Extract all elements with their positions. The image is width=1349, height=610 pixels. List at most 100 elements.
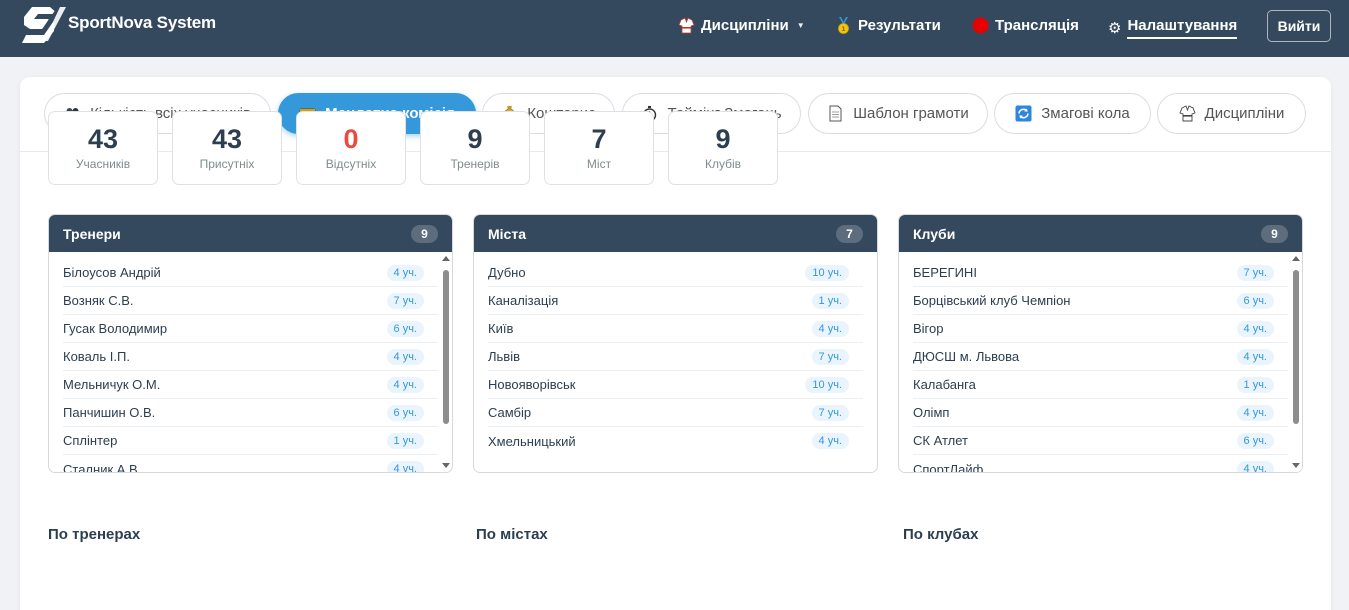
item-count: 7 уч.	[386, 292, 424, 309]
cities-list: Дубно 10 уч. Каналізація 1 уч. Київ 4 уч. Л…	[474, 252, 877, 455]
brand-name[interactable]: SportNova System	[68, 13, 216, 33]
list-item[interactable]: СпортЛайф 4 уч.	[913, 455, 1288, 473]
item-count: 4 уч.	[386, 348, 424, 365]
scroll-up-arrow-icon[interactable]	[442, 256, 450, 261]
list-item[interactable]: Панчишин О.В. 6 уч.	[63, 399, 438, 427]
live-dot-icon	[972, 17, 989, 34]
item-count: 1 уч.	[386, 432, 424, 449]
sportnova-logo-icon[interactable]	[20, 5, 66, 45]
item-name: Сплінтер	[63, 433, 118, 448]
kimono-icon	[678, 17, 695, 34]
stat-value: 9	[467, 124, 483, 154]
stat-coaches: 9 Тренерів	[420, 111, 530, 185]
list-item[interactable]: БЕРЕГИНІ 7 уч.	[913, 259, 1288, 287]
nav-results[interactable]: 1 Результати	[835, 17, 941, 34]
nav-disciplines[interactable]: Дисципліни ▼	[678, 17, 805, 34]
stat-label: Присутніх	[199, 157, 255, 171]
item-count: 4 уч.	[811, 433, 849, 449]
list-item[interactable]: Білоусов Андрій 4 уч.	[63, 259, 438, 287]
nav-broadcast[interactable]: Трансляція	[972, 17, 1079, 34]
svg-text:1: 1	[841, 26, 845, 33]
stat-cities: 7 Міст	[544, 111, 654, 185]
item-count: 6 уч.	[386, 320, 424, 337]
list-item[interactable]: Коваль І.П. 4 уч.	[63, 343, 438, 371]
tab-competition-rounds-label: Змагові кола	[1041, 105, 1130, 122]
scroll-thumb[interactable]	[1293, 270, 1299, 424]
list-item[interactable]: Калабанга 1 уч.	[913, 371, 1288, 399]
stat-present: 43 Присутніх	[172, 111, 282, 185]
nav-results-label: Результати	[858, 17, 941, 34]
stat-label: Відсутніх	[325, 157, 377, 171]
item-count: 4 уч.	[386, 461, 424, 472]
list-item[interactable]: Сплінтер 1 уч.	[63, 427, 438, 455]
tab-disciplines-label: Дисципліни	[1204, 105, 1285, 122]
item-count: 10 уч.	[805, 264, 849, 281]
nav-disciplines-label: Дисципліни	[701, 17, 789, 34]
logout-button[interactable]: Вийти	[1267, 10, 1331, 42]
list-item[interactable]: Каналізація 1 уч.	[488, 287, 863, 315]
item-name: Возняк С.В.	[63, 293, 134, 308]
list-item[interactable]: Сталник А.В. 4 уч.	[63, 455, 438, 472]
stat-absent: 0 Відсутніх	[296, 111, 406, 185]
item-name: СК Атлет	[913, 433, 968, 448]
item-name: Білоусов Андрій	[63, 265, 161, 280]
list-item[interactable]: Вігор 4 уч.	[913, 315, 1288, 343]
list-item[interactable]: Возняк С.В. 7 уч.	[63, 287, 438, 315]
list-item[interactable]: ДЮСШ м. Львова 4 уч.	[913, 343, 1288, 371]
item-name: Дубно	[488, 265, 526, 280]
section-title-by-clubs: По клубах	[903, 526, 979, 543]
top-navbar: SportNova System Дисципліни ▼ 1 Результа…	[0, 0, 1349, 57]
tab-certificate-template[interactable]: Шаблон грамоти	[808, 93, 988, 134]
item-count: 4 уч.	[386, 376, 424, 393]
scroll-thumb[interactable]	[443, 270, 449, 424]
list-item[interactable]: Мельничук О.М. 4 уч.	[63, 371, 438, 399]
section-title-by-coaches: По тренерах	[48, 526, 141, 543]
stat-value: 7	[591, 124, 607, 154]
item-count: 4 уч.	[1236, 461, 1274, 472]
item-count: 4 уч.	[1236, 348, 1274, 365]
item-count: 7 уч.	[1236, 264, 1274, 281]
coaches-panel-header: Тренери 9	[49, 215, 452, 252]
nav-settings[interactable]: ⚙ Налаштування	[1108, 17, 1238, 39]
list-item[interactable]: Борцівський клуб Чемпіон 6 уч.	[913, 287, 1288, 315]
item-name: Каналізація	[488, 293, 559, 308]
scroll-down-arrow-icon[interactable]	[1292, 463, 1300, 468]
list-item[interactable]: Новояворівськ 10 уч.	[488, 371, 863, 399]
list-item[interactable]: Дубно 10 уч.	[488, 259, 863, 287]
item-name: Коваль І.П.	[63, 349, 130, 364]
list-item[interactable]: Київ 4 уч.	[488, 315, 863, 343]
chevron-down-icon: ▼	[796, 21, 805, 30]
clubs-scrollbar[interactable]	[1290, 252, 1302, 472]
item-count: 4 уч.	[811, 320, 849, 337]
coaches-scrollbar[interactable]	[440, 252, 452, 472]
list-item[interactable]: Олімп 4 уч.	[913, 399, 1288, 427]
scroll-down-arrow-icon[interactable]	[442, 463, 450, 468]
item-count: 7 уч.	[811, 404, 849, 421]
clubs-list: БЕРЕГИНІ 7 уч. Борцівський клуб Чемпіон 6 …	[899, 252, 1302, 473]
list-item[interactable]: Гусак Володимир 6 уч.	[63, 315, 438, 343]
scroll-up-arrow-icon[interactable]	[1292, 256, 1300, 261]
item-name: БЕРЕГИНІ	[913, 265, 977, 280]
item-count: 6 уч.	[386, 404, 424, 421]
stat-label: Учасників	[75, 157, 131, 171]
list-item[interactable]: Львів 7 уч.	[488, 343, 863, 371]
medal-icon: 1	[838, 17, 849, 34]
list-item[interactable]: СК Атлет 6 уч.	[913, 427, 1288, 455]
item-count: 4 уч.	[386, 264, 424, 281]
document-icon	[829, 105, 842, 122]
panel-title: Клуби	[913, 225, 956, 242]
stat-value: 9	[715, 124, 731, 154]
tab-disciplines[interactable]: Дисципліни	[1157, 93, 1306, 134]
kimono-icon	[1178, 105, 1196, 122]
item-name: Новояворівськ	[488, 377, 576, 392]
list-item[interactable]: Самбір 7 уч.	[488, 399, 863, 427]
tab-competition-rounds[interactable]: Змагові кола	[994, 93, 1151, 134]
item-name: Мельничук О.М.	[63, 377, 161, 392]
item-name: Львів	[488, 349, 521, 364]
item-name: Хмельницький	[488, 433, 576, 449]
item-name: СпортЛайф	[913, 461, 984, 473]
list-item[interactable]: Хмельницький 4 уч.	[488, 427, 863, 455]
section-title-by-cities: По містах	[476, 526, 548, 543]
item-count: 6 уч.	[1236, 292, 1274, 309]
stat-label: Клубів	[704, 157, 742, 171]
